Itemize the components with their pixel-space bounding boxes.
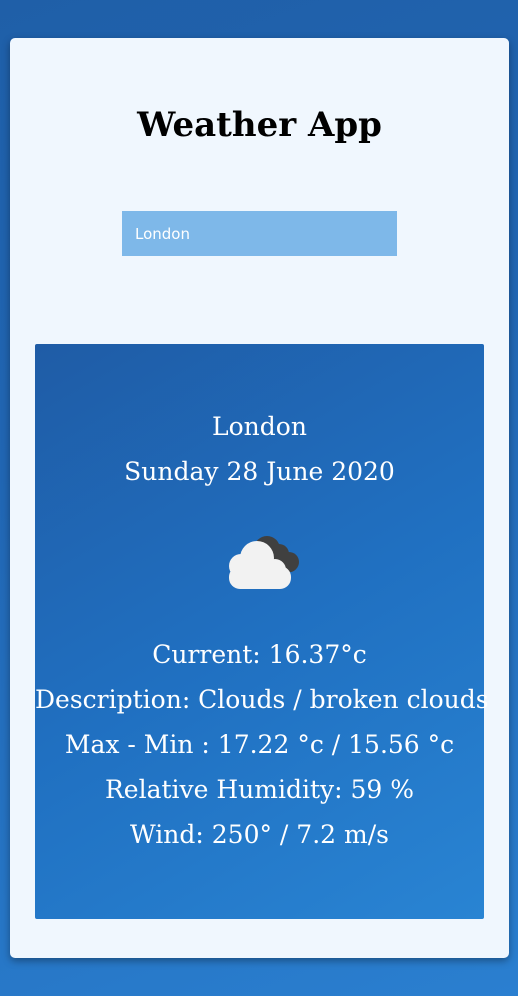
relative-humidity: Relative Humidity: 59 % [104, 775, 415, 804]
city-search-input[interactable] [122, 211, 397, 256]
wind-info: Wind: 250° / 7.2 m/s [130, 820, 389, 849]
broken-clouds-icon [215, 524, 305, 590]
weather-description: Description: Clouds / broken clouds [35, 685, 489, 714]
current-temperature: Current: 16.37°c [152, 640, 367, 669]
city-name: London [212, 412, 307, 441]
page-title: Weather App [137, 105, 382, 145]
weather-panel: London Sunday 28 June 2020 Current: 16.3… [35, 344, 489, 919]
date-label: Sunday 28 June 2020 [124, 457, 395, 486]
max-min-temperature: Max - Min : 17.22 °c / 15.56 °c [64, 730, 455, 759]
weather-app-card: Weather App London Sunday 28 June 2020 [10, 38, 509, 958]
